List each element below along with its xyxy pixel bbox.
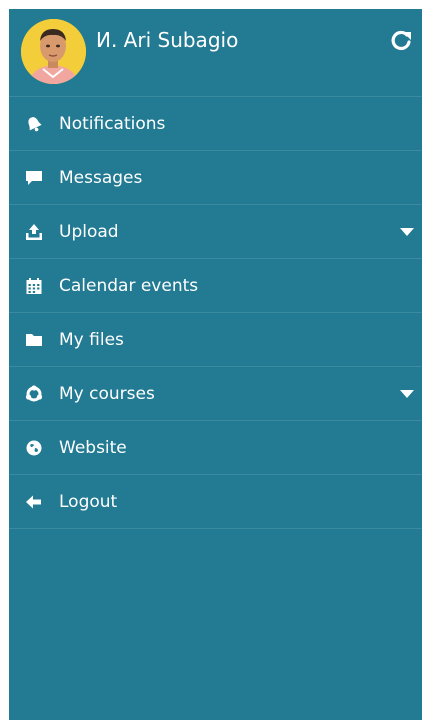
arrow-left-icon — [24, 492, 44, 512]
navigation-drawer: И. Ari Subagio Notifications Messages Up… — [9, 9, 422, 720]
avatar-image — [21, 19, 86, 84]
menu-item-label: Upload — [59, 221, 119, 242]
menu-item-my-files[interactable]: My files — [9, 313, 422, 367]
user-name: И. Ari Subagio — [96, 28, 239, 52]
courses-icon — [24, 384, 44, 404]
globe-icon — [24, 438, 44, 458]
menu-item-label: Messages — [59, 167, 143, 188]
bell-icon — [24, 114, 44, 134]
refresh-button[interactable] — [390, 29, 412, 51]
avatar[interactable] — [21, 19, 86, 84]
refresh-icon — [391, 30, 411, 51]
menu-item-label: My courses — [59, 383, 155, 404]
chevron-down-icon — [400, 227, 414, 236]
menu-item-calendar-events[interactable]: Calendar events — [9, 259, 422, 313]
upload-icon — [24, 222, 44, 242]
menu-item-label: Website — [59, 437, 127, 458]
calendar-icon — [24, 276, 44, 296]
menu-item-my-courses[interactable]: My courses — [9, 367, 422, 421]
navigation-menu: Notifications Messages Upload Calendar e… — [9, 97, 422, 529]
chevron-down-icon — [400, 389, 414, 398]
menu-item-label: Calendar events — [59, 275, 199, 296]
menu-item-notifications[interactable]: Notifications — [9, 97, 422, 151]
menu-item-label: Logout — [59, 491, 118, 512]
folder-icon — [24, 330, 44, 350]
menu-item-website[interactable]: Website — [9, 421, 422, 475]
menu-item-label: Notifications — [59, 113, 166, 134]
menu-item-upload[interactable]: Upload — [9, 205, 422, 259]
menu-item-label: My files — [59, 329, 124, 350]
menu-item-messages[interactable]: Messages — [9, 151, 422, 205]
chat-bubble-icon — [24, 168, 44, 188]
menu-item-logout[interactable]: Logout — [9, 475, 422, 529]
user-header: И. Ari Subagio — [9, 9, 422, 97]
